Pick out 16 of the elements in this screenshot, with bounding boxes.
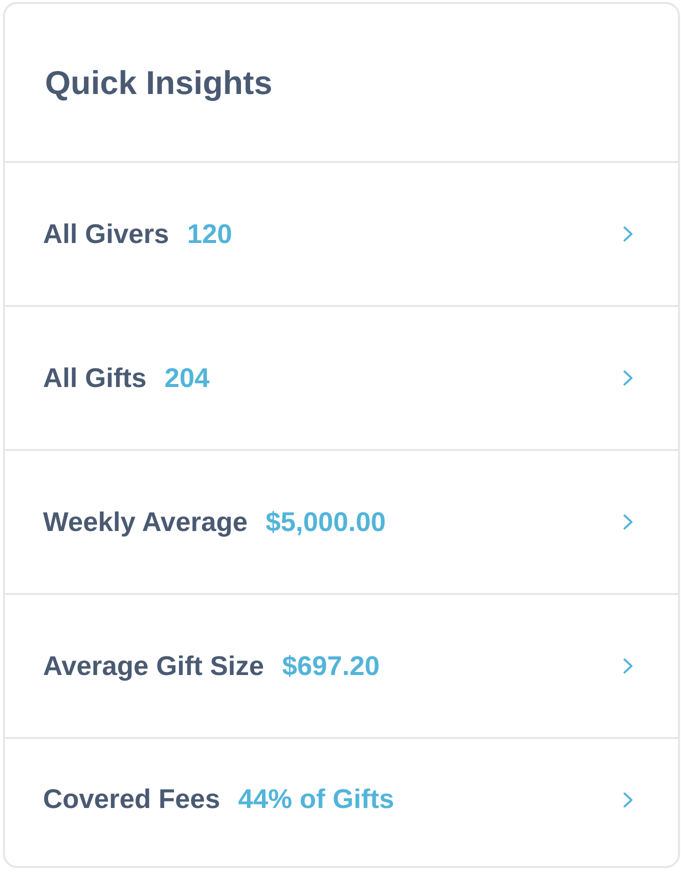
- insight-label: Covered Fees: [43, 784, 220, 815]
- chevron-right-icon[interactable]: [623, 226, 633, 242]
- chevron-right-icon[interactable]: [623, 514, 633, 530]
- insight-label: All Givers: [43, 218, 170, 250]
- insight-label: Average Gift Size: [43, 650, 264, 682]
- insight-value: $5,000.00: [266, 506, 386, 538]
- insight-value: 120: [187, 218, 232, 250]
- insight-value: 204: [164, 362, 210, 394]
- chevron-right-icon[interactable]: [623, 370, 633, 386]
- insight-value: $697.20: [282, 650, 380, 682]
- card-title: Quick Insights: [45, 64, 272, 102]
- chevron-right-icon[interactable]: [623, 658, 633, 674]
- insight-label: Weekly Average: [43, 506, 248, 538]
- insight-value: 44% of Gifts: [238, 784, 394, 815]
- insight-label: All Gifts: [43, 362, 147, 394]
- chevron-right-icon[interactable]: [623, 792, 633, 808]
